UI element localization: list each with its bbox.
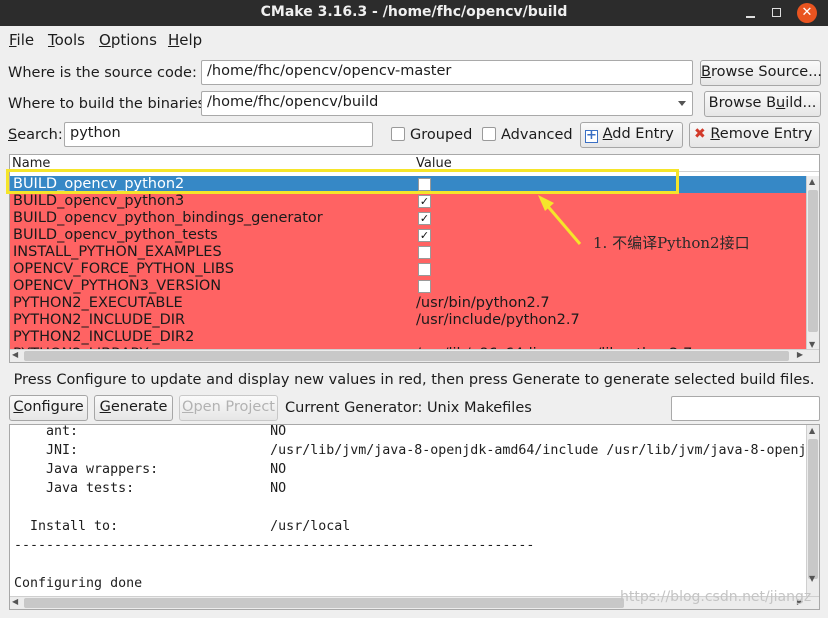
table-row[interactable]: PYTHON2_INCLUDE_DIR2 xyxy=(10,329,806,346)
chevron-down-icon[interactable] xyxy=(678,101,686,106)
advanced-label: Advanced xyxy=(501,127,573,143)
configure-hint: Press Configure to update and display ne… xyxy=(13,372,815,388)
output-console[interactable]: ant: NO JNI: /usr/lib/jvm/java-8-openjdk… xyxy=(9,424,820,610)
table-header: Name Value xyxy=(10,155,819,172)
scrollbar-thumb[interactable] xyxy=(24,598,624,608)
table-row[interactable]: OPENCV_PYTHON3_VERSION xyxy=(10,278,806,295)
close-icon[interactable]: ✕ xyxy=(797,3,817,23)
table-row[interactable]: OPENCV_FORCE_PYTHON_LIBS xyxy=(10,261,806,278)
build-label: Where to build the binaries: xyxy=(8,96,211,112)
browse-build-button[interactable]: Browse Build... xyxy=(704,91,821,117)
output-text: ant: NO JNI: /usr/lib/jvm/java-8-openjdk… xyxy=(14,424,804,591)
menu-tools[interactable]: Tools xyxy=(48,31,85,49)
entry-checkbox[interactable]: ✓ xyxy=(418,229,431,242)
column-header-value[interactable]: Value xyxy=(416,156,452,171)
search-input[interactable]: python xyxy=(64,122,373,147)
scrollbar-thumb[interactable] xyxy=(24,351,789,361)
generate-button[interactable]: Generate xyxy=(94,395,173,421)
entry-value[interactable]: /usr/include/python2.7 xyxy=(416,312,580,329)
menu-bar: File Tools Options Help xyxy=(0,26,828,54)
entry-value[interactable]: /usr/bin/python2.7 xyxy=(416,295,550,312)
watermark: https://blog.csdn.net/jiangz xyxy=(620,589,812,605)
entry-name: PYTHON2_EXECUTABLE xyxy=(13,295,183,311)
entry-name: BUILD_opencv_python_bindings_generator xyxy=(13,210,323,226)
open-project-button[interactable]: Open Project xyxy=(179,395,278,421)
entry-checkbox[interactable] xyxy=(418,178,431,191)
table-row[interactable]: PYTHON2_INCLUDE_DIR/usr/include/python2.… xyxy=(10,312,806,329)
scroll-down-icon[interactable]: ▼ xyxy=(809,574,815,583)
scroll-up-icon[interactable]: ▲ xyxy=(809,426,815,435)
entry-checkbox[interactable] xyxy=(418,280,431,293)
menu-help[interactable]: Help xyxy=(168,31,202,49)
scrollbar-thumb[interactable] xyxy=(808,190,818,332)
entry-checkbox[interactable] xyxy=(418,246,431,259)
console-vertical-scrollbar[interactable]: ▲ ▼ xyxy=(806,425,819,597)
entry-checkbox[interactable] xyxy=(418,263,431,276)
window-title: CMake 3.16.3 - /home/fhc/opencv/build xyxy=(260,4,568,20)
menu-file[interactable]: File xyxy=(9,31,34,49)
entry-name: OPENCV_FORCE_PYTHON_LIBS xyxy=(13,261,234,277)
annotation-text: 1. 不编译Python2接口 xyxy=(593,234,750,252)
maximize-icon[interactable] xyxy=(767,3,787,23)
table-row[interactable]: BUILD_opencv_python3 ✓ xyxy=(10,193,806,210)
plus-icon: + xyxy=(585,128,598,143)
browse-source-button[interactable]: Browse Source... xyxy=(700,60,822,86)
search-label: Search: xyxy=(8,127,63,143)
table-body: BUILD_opencv_python2 BUILD_opencv_python3… xyxy=(10,176,806,350)
source-label: Where is the source code: xyxy=(8,65,197,81)
table-horizontal-scrollbar[interactable]: ◀ ▶ xyxy=(10,349,819,362)
table-row[interactable]: BUILD_opencv_python_bindings_generator ✓ xyxy=(10,210,806,227)
scroll-left-icon[interactable]: ◀ xyxy=(12,350,18,359)
scroll-up-icon[interactable]: ▲ xyxy=(809,177,815,186)
scroll-right-icon[interactable]: ▶ xyxy=(797,350,803,359)
scrollbar-thumb[interactable] xyxy=(808,439,818,579)
title-bar: CMake 3.16.3 - /home/fhc/opencv/build ✕ xyxy=(0,0,828,26)
table-row[interactable]: PYTHON2_EXECUTABLE/usr/bin/python2.7 xyxy=(10,295,806,312)
build-path-combo[interactable]: /home/fhc/opencv/build xyxy=(201,91,693,116)
grouped-label: Grouped xyxy=(410,127,473,143)
table-row[interactable]: BUILD_opencv_python2 xyxy=(10,176,806,193)
entry-checkbox[interactable]: ✓ xyxy=(418,195,431,208)
entry-name: BUILD_opencv_python2 xyxy=(13,176,185,192)
grouped-checkbox[interactable] xyxy=(391,127,405,141)
column-header-name[interactable]: Name xyxy=(12,156,50,171)
entry-name: PYTHON2_INCLUDE_DIR2 xyxy=(13,329,195,345)
entry-name: BUILD_opencv_python_tests xyxy=(13,227,218,243)
entry-name: INSTALL_PYTHON_EXAMPLES xyxy=(13,244,222,260)
minimize-icon[interactable] xyxy=(741,3,761,23)
configure-button[interactable]: Configure xyxy=(9,395,88,421)
output-filter-input[interactable] xyxy=(671,396,820,421)
entry-name: OPENCV_PYTHON3_VERSION xyxy=(13,278,222,294)
advanced-checkbox[interactable] xyxy=(482,127,496,141)
build-path-value: /home/fhc/opencv/build xyxy=(207,94,379,110)
entry-name: BUILD_opencv_python3 xyxy=(13,193,185,209)
current-generator-label: Current Generator: Unix Makefiles xyxy=(285,400,532,416)
remove-entry-button[interactable]: ✖ Remove Entry xyxy=(689,122,820,148)
scroll-down-icon[interactable]: ▼ xyxy=(809,340,815,349)
add-entry-button[interactable]: + Add Entry xyxy=(580,122,683,148)
menu-options[interactable]: Options xyxy=(99,31,157,49)
entry-checkbox[interactable]: ✓ xyxy=(418,212,431,225)
table-vertical-scrollbar[interactable]: ▲ ▼ xyxy=(806,176,819,350)
source-path-input[interactable]: /home/fhc/opencv/opencv-master xyxy=(201,60,693,85)
cache-entries-table[interactable]: Name Value BUILD_opencv_python2 BUILD_ope… xyxy=(9,154,820,363)
entry-name: PYTHON2_INCLUDE_DIR xyxy=(13,312,186,328)
scroll-left-icon[interactable]: ◀ xyxy=(12,597,18,606)
remove-x-icon: ✖ xyxy=(694,126,706,142)
